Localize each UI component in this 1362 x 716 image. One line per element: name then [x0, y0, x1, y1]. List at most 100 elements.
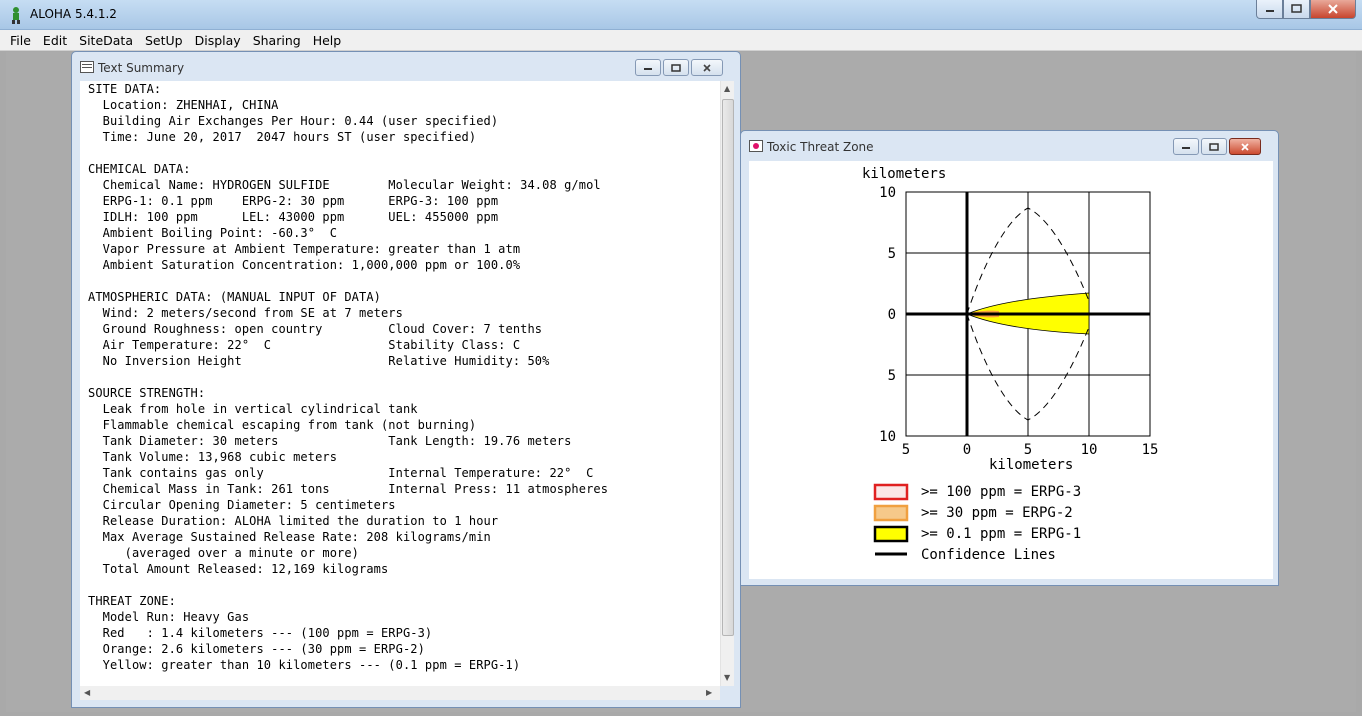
text-summary-maximize-button[interactable]: [663, 59, 689, 76]
summary-line: Flammable chemical escaping from tank (n…: [88, 418, 477, 432]
toxic-zone-close-button[interactable]: [1229, 138, 1261, 155]
x-tick-label: 15: [1142, 442, 1159, 458]
summary-line: Location: ZHENHAI, CHINA: [88, 98, 279, 112]
app-titlebar: ALOHA 5.4.1.2: [0, 0, 1362, 30]
summary-line: Yellow: greater than 10 kilometers --- (…: [88, 658, 521, 672]
menu-bar: File Edit SiteData SetUp Display Sharing…: [0, 30, 1362, 51]
summary-line: Ambient Saturation Concentration: 1,000,…: [88, 258, 521, 272]
minimize-icon: [1182, 146, 1190, 149]
close-button[interactable]: [1310, 0, 1356, 19]
summary-line: Red : 1.4 kilometers --- (100 ppm = ERPG…: [88, 626, 433, 640]
summary-line: [88, 577, 720, 593]
threat-zone-plot: kilometers kilometers 10 5 0 5 10 5 0 5 …: [862, 166, 1159, 563]
menu-sharing[interactable]: Sharing: [247, 33, 307, 48]
text-window-icon: [80, 61, 94, 73]
summary-line: Ambient Boiling Point: -60.3° C: [88, 226, 338, 240]
summary-line: Vapor Pressure at Ambient Temperature: g…: [88, 242, 521, 256]
scroll-down-icon[interactable]: ▼: [724, 673, 730, 682]
menu-help[interactable]: Help: [307, 33, 348, 48]
legend-label-erpg2: >= 30 ppm = ERPG-2: [921, 505, 1073, 521]
maximize-icon: [1209, 142, 1219, 151]
summary-line: SOURCE STRENGTH:: [88, 386, 206, 400]
legend: >= 100 ppm = ERPG-3 >= 30 ppm = ERPG-2 >…: [873, 483, 1081, 563]
toxic-threat-zone-window: Toxic Threat Zone kilometers kilometers: [740, 130, 1279, 586]
text-summary-window: Text Summary SITE DATA: Location: ZHENHA…: [71, 51, 741, 708]
summary-line: Orange: 2.6 kilometers --- (30 ppm = ERP…: [88, 642, 425, 656]
summary-line: (averaged over a minute or more): [88, 546, 360, 560]
app-title: ALOHA 5.4.1.2: [30, 7, 117, 21]
summary-line: THREAT ZONE:: [88, 594, 176, 608]
close-icon: [703, 63, 711, 72]
summary-line: Tank Diameter: 30 meters Tank Length: 19…: [88, 434, 572, 448]
legend-label-erpg3: >= 100 ppm = ERPG-3: [921, 484, 1081, 500]
text-summary-minimize-button[interactable]: [635, 59, 661, 76]
y-tick-label: 10: [879, 185, 896, 201]
maximize-button[interactable]: [1283, 0, 1310, 19]
restore-icon: [1290, 4, 1302, 13]
toxic-zone-minimize-button[interactable]: [1173, 138, 1199, 155]
x-tick-label: 10: [1081, 442, 1098, 458]
x-tick-label: 5: [902, 442, 910, 458]
summary-line: CHEMICAL DATA:: [88, 162, 191, 176]
summary-line: ATMOSPHERIC DATA: (MANUAL INPUT OF DATA): [88, 290, 381, 304]
menu-sitedata[interactable]: SiteData: [73, 33, 139, 48]
summary-line: Max Average Sustained Release Rate: 208 …: [88, 530, 491, 544]
x-axis-unit: kilometers: [989, 457, 1073, 473]
y-tick-label: 5: [888, 368, 896, 384]
text-summary-title: Text Summary: [98, 61, 185, 75]
scroll-left-icon[interactable]: ◀: [84, 688, 90, 697]
aloha-app-icon: [12, 7, 20, 24]
legend-label-erpg1: >= 0.1 ppm = ERPG-1: [921, 526, 1081, 542]
y-tick-label: 0: [888, 307, 896, 323]
close-icon: [1241, 142, 1249, 151]
legend-swatch-erpg1: [873, 525, 909, 543]
text-summary-close-button[interactable]: [691, 59, 723, 76]
scroll-right-icon[interactable]: ▶: [706, 688, 712, 697]
summary-line: Model Run: Heavy Gas: [88, 610, 250, 624]
menu-setup[interactable]: SetUp: [139, 33, 189, 48]
summary-line: IDLH: 100 ppm LEL: 43000 ppm UEL: 455000…: [88, 210, 499, 224]
menu-edit[interactable]: Edit: [37, 33, 73, 48]
summary-line: Tank contains gas only Internal Temperat…: [88, 466, 594, 480]
summary-line: ERPG-1: 0.1 ppm ERPG-2: 30 ppm ERPG-3: 1…: [88, 194, 499, 208]
summary-line: Leak from hole in vertical cylindrical t…: [88, 402, 418, 416]
legend-swatch-erpg3: [873, 483, 909, 501]
summary-line: Building Air Exchanges Per Hour: 0.44 (u…: [88, 114, 499, 128]
summary-line: SITE DATA:: [88, 82, 162, 96]
summary-line: [88, 369, 720, 385]
scroll-up-icon[interactable]: ▲: [724, 84, 730, 93]
horizontal-scrollbar[interactable]: ◀ ▶: [80, 686, 720, 700]
summary-line: Ground Roughness: open country Cloud Cov…: [88, 322, 543, 336]
threat-zone-plot-pane: kilometers kilometers 10 5 0 5 10 5 0 5 …: [749, 161, 1273, 579]
summary-line: [88, 145, 720, 161]
x-tick-label: 0: [963, 442, 971, 458]
summary-line: No Inversion Height Relative Humidity: 5…: [88, 354, 550, 368]
summary-line: Chemical Name: HYDROGEN SULFIDE Molecula…: [88, 178, 601, 192]
scroll-thumb[interactable]: [722, 99, 734, 636]
legend-label-confidence: Confidence Lines: [921, 547, 1056, 563]
minimize-icon: [644, 67, 652, 70]
close-icon: [1328, 4, 1338, 14]
summary-line: Release Duration: ALOHA limited the dura…: [88, 514, 499, 528]
y-tick-label: 5: [888, 246, 896, 262]
maximize-icon: [671, 63, 681, 72]
menu-display[interactable]: Display: [189, 33, 247, 48]
menu-file[interactable]: File: [4, 33, 37, 48]
summary-line: Wind: 2 meters/second from SE at 7 meter…: [88, 306, 403, 320]
toxic-zone-title: Toxic Threat Zone: [767, 140, 874, 154]
text-summary-pane[interactable]: SITE DATA: Location: ZHENHAI, CHINA Buil…: [80, 81, 720, 686]
toxic-zone-maximize-button[interactable]: [1201, 138, 1227, 155]
vertical-scrollbar[interactable]: ▲ ▼: [720, 81, 734, 686]
summary-line: Tank Volume: 13,968 cubic meters: [88, 450, 338, 464]
minimize-button[interactable]: [1256, 0, 1283, 19]
summary-line: Chemical Mass in Tank: 261 tons Internal…: [88, 482, 609, 496]
legend-swatch-erpg2: [873, 504, 909, 522]
minimize-icon: [1265, 10, 1274, 12]
x-tick-label: 5: [1024, 442, 1032, 458]
summary-text: SITE DATA: Location: ZHENHAI, CHINA Buil…: [80, 81, 720, 673]
summary-line: Total Amount Released: 12,169 kilograms: [88, 562, 389, 576]
summary-line: [88, 273, 720, 289]
summary-line: Air Temperature: 22° C Stability Class: …: [88, 338, 521, 352]
summary-line: Circular Opening Diameter: 5 centimeters: [88, 498, 396, 512]
threat-zone-icon: [749, 140, 763, 152]
